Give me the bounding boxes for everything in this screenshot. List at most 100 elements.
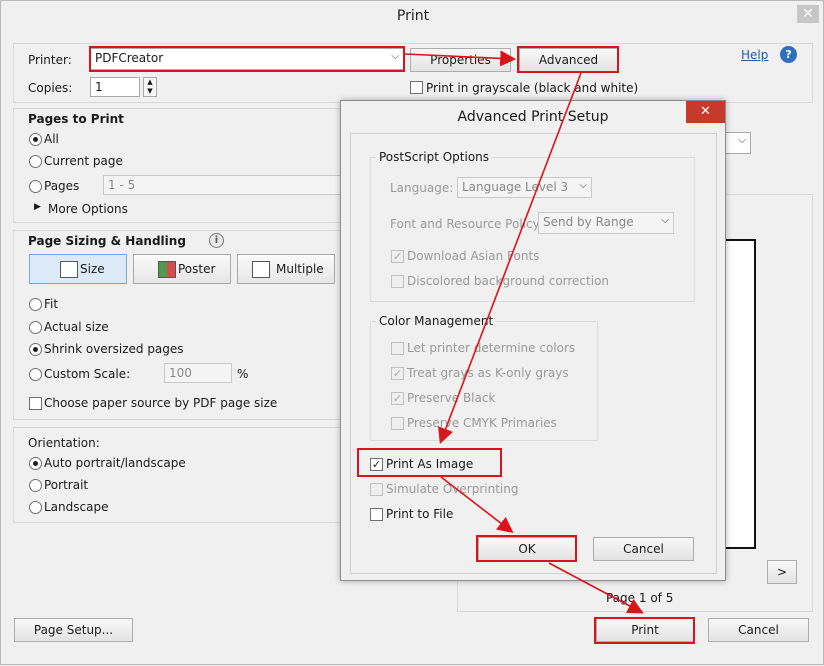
radio-actual-size-label: Actual size xyxy=(44,320,109,334)
next-page-button[interactable]: > xyxy=(767,560,797,584)
grayscale-checkbox[interactable] xyxy=(410,81,423,94)
radio-pages[interactable] xyxy=(29,180,42,193)
print-to-file-checkbox[interactable] xyxy=(370,508,383,521)
radio-all[interactable] xyxy=(29,133,42,146)
chevron-down-icon: ⌵ xyxy=(661,215,669,226)
radio-auto-orientation-label: Auto portrait/landscape xyxy=(44,456,186,470)
font-policy-label: Font and Resource Policy: xyxy=(390,217,543,231)
preserve-black-checkbox[interactable]: ✓ xyxy=(391,392,404,405)
radio-shrink-label: Shrink oversized pages xyxy=(44,342,184,356)
window-title: Print xyxy=(396,8,430,24)
advanced-dialog-title: Advanced Print Setup xyxy=(457,109,609,125)
download-asian-fonts-label: Download Asian Fonts xyxy=(407,249,540,263)
multiple-mode-label: Multiple xyxy=(276,262,324,276)
postscript-heading: PostScript Options xyxy=(376,150,493,164)
info-icon-glyph: i xyxy=(214,235,219,246)
poster-mode-label: Poster xyxy=(178,262,216,276)
simulate-overprinting-checkbox[interactable] xyxy=(370,483,383,496)
language-label: Language: xyxy=(390,181,454,195)
preserve-cmyk-checkbox[interactable] xyxy=(391,417,404,430)
print-to-file-label: Print to File xyxy=(386,507,454,521)
radio-portrait[interactable] xyxy=(29,479,42,492)
download-asian-fonts-checkbox[interactable]: ✓ xyxy=(391,250,404,263)
copies-stepper[interactable]: ▲ ▼ xyxy=(143,77,157,97)
close-icon[interactable]: ✕ xyxy=(686,101,725,123)
treat-grays-checkbox[interactable]: ✓ xyxy=(391,367,404,380)
language-select-value: Language Level 3 xyxy=(462,180,569,194)
percent-label: % xyxy=(237,367,249,381)
info-icon[interactable]: i xyxy=(209,233,224,248)
stepper-down-icon[interactable]: ▼ xyxy=(144,87,156,96)
poster-icon xyxy=(158,261,176,278)
simulate-overprinting-label: Simulate Overprinting xyxy=(386,482,519,496)
poster-mode-button[interactable]: Poster xyxy=(133,254,231,284)
radio-portrait-label: Portrait xyxy=(44,478,89,492)
preview-page xyxy=(721,239,756,549)
advanced-print-setup-dialog: Advanced Print Setup ✕ PostScript Option… xyxy=(340,100,726,581)
radio-landscape-label: Landscape xyxy=(44,500,109,514)
help-link[interactable]: Help xyxy=(741,48,768,62)
properties-button[interactable]: Properties xyxy=(410,48,511,72)
radio-current-page-label: Current page xyxy=(44,154,123,168)
multiple-mode-button[interactable]: Multiple xyxy=(237,254,335,284)
copies-input[interactable]: 1 xyxy=(90,77,140,97)
treat-grays-label: Treat grays as K-only grays xyxy=(407,366,569,380)
page-info: Page 1 of 5 xyxy=(606,591,674,605)
page-setup-button[interactable]: Page Setup... xyxy=(14,618,133,642)
cancel-button[interactable]: Cancel xyxy=(708,618,809,642)
paper-source-label: Choose paper source by PDF page size xyxy=(44,396,278,410)
ok-button[interactable]: OK xyxy=(478,537,576,561)
advanced-close-glyph: ✕ xyxy=(700,104,711,119)
radio-fit[interactable] xyxy=(29,298,42,311)
printer-select[interactable]: PDFCreator ⌵ xyxy=(90,48,404,70)
print-as-image-checkbox[interactable]: ✓ xyxy=(370,458,383,471)
title-bar: Print ✕ xyxy=(1,1,824,33)
radio-current-page[interactable] xyxy=(29,155,42,168)
chevron-down-icon: ⌵ xyxy=(579,180,587,191)
preserve-cmyk-label: Preserve CMYK Primaries xyxy=(407,416,557,430)
close-icon[interactable]: ✕ xyxy=(797,5,819,23)
print-button[interactable]: Print xyxy=(596,618,694,642)
radio-fit-label: Fit xyxy=(44,297,59,311)
custom-scale-input[interactable]: 100 xyxy=(164,363,232,383)
help-icon-glyph: ? xyxy=(785,48,792,61)
stepper-up-icon[interactable]: ▲ xyxy=(144,78,156,87)
discolored-background-label: Discolored background correction xyxy=(407,274,610,288)
size-mode-label: Size xyxy=(80,262,105,276)
more-options-link[interactable]: More Options xyxy=(48,202,128,216)
chevron-down-icon: ⌵ xyxy=(738,135,746,146)
font-policy-select[interactable]: Send by Range ⌵ xyxy=(538,212,674,234)
help-icon[interactable]: ? xyxy=(780,46,797,63)
radio-pages-label: Pages xyxy=(44,179,80,193)
copies-label: Copies: xyxy=(28,81,73,95)
language-select[interactable]: Language Level 3 ⌵ xyxy=(457,177,592,198)
radio-auto-orientation[interactable] xyxy=(29,457,42,470)
pages-heading: Pages to Print xyxy=(28,112,124,126)
printer-select-value: PDFCreator xyxy=(95,51,164,65)
size-mode-button[interactable]: Size xyxy=(29,254,127,284)
font-policy-select-value: Send by Range xyxy=(543,215,634,229)
size-icon xyxy=(60,261,78,278)
orientation-heading: Orientation: xyxy=(28,436,100,450)
radio-shrink[interactable] xyxy=(29,343,42,356)
pages-range-input[interactable]: 1 - 5 xyxy=(103,175,343,195)
advanced-button[interactable]: Advanced xyxy=(519,48,618,72)
let-printer-colors-checkbox[interactable] xyxy=(391,342,404,355)
grayscale-label: Print in grayscale (black and white) xyxy=(426,81,639,95)
paper-source-checkbox[interactable] xyxy=(29,397,42,410)
expand-triangle-icon[interactable]: ▶ xyxy=(34,202,41,212)
print-as-image-label: Print As Image xyxy=(386,457,474,471)
discolored-background-checkbox[interactable] xyxy=(391,275,404,288)
printer-label: Printer: xyxy=(28,53,72,67)
chevron-down-icon: ⌵ xyxy=(391,51,399,62)
let-printer-colors-label: Let printer determine colors xyxy=(407,341,576,355)
sizing-heading: Page Sizing & Handling xyxy=(28,234,186,248)
radio-custom-scale-label: Custom Scale: xyxy=(44,367,131,381)
preserve-black-label: Preserve Black xyxy=(407,391,496,405)
radio-actual-size[interactable] xyxy=(29,321,42,334)
color-management-heading: Color Management xyxy=(376,314,497,328)
radio-landscape[interactable] xyxy=(29,501,42,514)
advanced-cancel-button[interactable]: Cancel xyxy=(593,537,694,561)
radio-custom-scale[interactable] xyxy=(29,368,42,381)
multiple-icon xyxy=(252,261,270,278)
